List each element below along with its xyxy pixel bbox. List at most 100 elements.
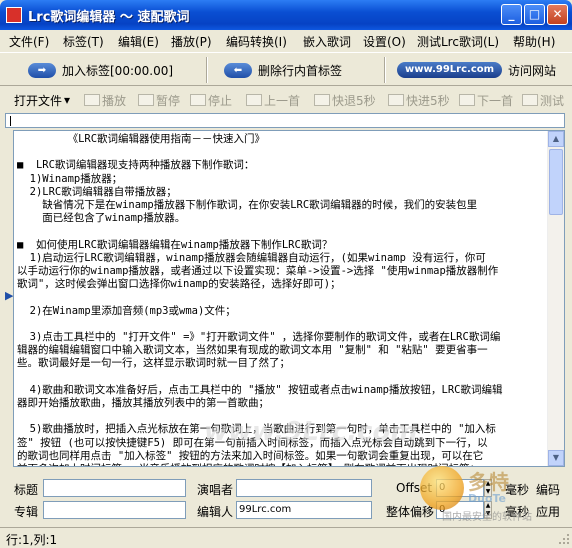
editor-line[interactable] (17, 291, 549, 304)
next-icon (459, 94, 475, 106)
toolbar-separator (384, 57, 386, 83)
menu-embed-lyrics[interactable]: 嵌入歌词 (303, 33, 351, 50)
ruler-cursor (10, 116, 11, 126)
editor-line[interactable]: 辑器的编辑编辑窗口中输入歌词文本，当然如果有现成的歌词文本用 "复制" 和 "粘… (17, 344, 549, 357)
pause-icon (138, 94, 154, 106)
album-label: 专辑 (14, 505, 39, 519)
editor-line[interactable]: ■ 如何使用LRC歌词编辑器编辑在winamp播放器下制作LRC歌词？ (17, 239, 549, 252)
editor-line[interactable]: 3)点击工具栏中的 "打开文件" =》"打开歌词文件" ，选择你要制作的歌词文件… (17, 331, 549, 344)
status-bar: 行:1,列:1 (0, 527, 572, 547)
fast-forward-button[interactable]: 快进5秒 (388, 91, 450, 109)
menu-play[interactable]: 播放(P) (171, 33, 212, 50)
editor-line[interactable]: 器即开始播放歌曲，播放其播放列表中的第一首歌曲； (17, 397, 549, 410)
vertical-scrollbar[interactable]: ▲ ▼ (547, 131, 564, 466)
editor-line[interactable] (17, 371, 549, 384)
fast-forward-icon (388, 94, 404, 106)
fast-forward-label: 快进5秒 (406, 93, 450, 108)
editor-line[interactable] (17, 318, 549, 331)
editor-field[interactable]: 99Lrc.com (236, 501, 372, 519)
rewind-label: 快退5秒 (332, 93, 376, 108)
next-label: 下一首 (477, 93, 514, 108)
editor-line[interactable]: 1)启动运行LRC歌词编辑器，winamp播放器会随编辑器自动运行，(如果win… (17, 252, 549, 265)
menu-file[interactable]: 文件(F) (9, 33, 49, 50)
previous-icon (246, 94, 262, 106)
previous-label: 上一首 (264, 93, 301, 108)
menu-settings[interactable]: 设置(O) (363, 33, 406, 50)
app-icon (6, 7, 22, 23)
pause-button[interactable]: 暂停 (138, 91, 180, 109)
open-file-label: 打开文件 (14, 93, 63, 108)
play-button[interactable]: 播放 (84, 91, 126, 109)
title-field[interactable] (43, 479, 186, 497)
editor-line[interactable] (17, 225, 549, 238)
visit-site-label: 访问网站 (508, 63, 557, 78)
artist-label: 演唱者 (197, 483, 234, 497)
menu-encoding[interactable]: 编码转换(I) (226, 33, 287, 50)
window-title: Lrc歌词编辑器 ～ 速配歌词 (28, 10, 190, 25)
pause-label: 暂停 (156, 93, 181, 108)
editor-label: 编辑人 (197, 505, 234, 519)
editor-line[interactable]: 面已经包含了winamp播放器。 (17, 212, 549, 225)
maximize-button[interactable]: □ (524, 4, 545, 25)
editor-line[interactable]: 2)LRC歌词编辑器自带播放器； (17, 186, 549, 199)
watermark-caption: 国内最安全的软件站 (442, 512, 532, 523)
toolbar-separator (206, 57, 208, 83)
site-badge: www.99Lrc.com (397, 62, 503, 78)
minimize-button[interactable]: _ (501, 4, 522, 25)
cursor-position: 行:1,列:1 (6, 533, 58, 547)
stop-icon (190, 94, 206, 106)
arrow-right-icon: ➡ (28, 62, 56, 78)
watermark-logo-text: 多特 (468, 470, 510, 494)
stop-label: 停止 (208, 93, 233, 108)
test-icon (522, 94, 538, 106)
title-bar[interactable]: Lrc歌词编辑器 ～ 速配歌词 _ □ ✕ (0, 0, 572, 30)
editor-line[interactable]: 《LRC歌词编辑器使用指南－－快速入门》 (17, 133, 549, 146)
remove-tag-button[interactable]: ⬅ 删除行内首标签 (224, 59, 342, 81)
open-file-button[interactable]: 打开文件 ▾ (14, 91, 70, 109)
add-tag-label: 加入标签[00:00.00] (62, 63, 174, 78)
menu-tag[interactable]: 标签(T) (63, 33, 104, 50)
rewind-button[interactable]: 快退5秒 (314, 91, 376, 109)
watermark-sub-text: DuoTe (468, 492, 507, 505)
editor-line[interactable]: 歌词"，这时候会弹出窗口选择你winamp的安装路径，选择好即可)； (17, 278, 549, 291)
test-button[interactable]: 测试 (522, 91, 564, 109)
arrow-left-icon: ⬅ (224, 62, 252, 78)
add-tag-button[interactable]: ➡ 加入标签[00:00.00] (28, 59, 173, 81)
visit-site-button[interactable]: www.99Lrc.com 访问网站 (397, 59, 556, 81)
editor-line[interactable]: 以手动运行你的winamp播放器，或者通过以下设置实现：菜单->设置->选择 "… (17, 265, 549, 278)
scroll-thumb[interactable] (549, 149, 563, 215)
menu-help[interactable]: 帮助(H) (513, 33, 555, 50)
editor-line[interactable]: ■ LRC歌词编辑器现支持两种播放器下制作歌词： (17, 159, 549, 172)
remove-tag-label: 删除行内首标签 (258, 63, 343, 78)
editor-line[interactable]: 1)Winamp播放器； (17, 173, 549, 186)
menu-test-lrc[interactable]: 测试Lrc歌词(L) (417, 33, 499, 50)
menu-edit[interactable]: 编辑(E) (118, 33, 159, 50)
rewind-icon (314, 94, 330, 106)
editor-line[interactable]: 些。歌词最好是一句一行，这样显示歌词时就一目了然了； (17, 357, 549, 370)
main-toolbar: ➡ 加入标签[00:00.00] ⬅ 删除行内首标签 www.99Lrc.com… (0, 52, 572, 86)
watermark-logo-icon (420, 466, 464, 510)
scroll-up-icon[interactable]: ▲ (548, 131, 564, 147)
stop-button[interactable]: 停止 (190, 91, 232, 109)
lyrics-editor[interactable]: 《LRC歌词编辑器使用指南－－快速入门》 ■ LRC歌词编辑器现支持两种播放器下… (13, 130, 565, 467)
center-watermark: www.9Lrc.com (204, 417, 418, 447)
menu-bar: 文件(F) 标签(T) 编辑(E) 播放(P) 编码转换(I) 嵌入歌词 设置(… (0, 30, 572, 50)
editor-line[interactable]: 4)歌曲和歌词文本准备好后，点击工具栏中的 "播放" 按钮或者点击winamp播… (17, 384, 549, 397)
playback-toolbar: 打开文件 ▾ 播放 暂停 停止 上一首 快退5秒 快进5秒 下一首 测试 (0, 86, 572, 112)
duote-watermark: 多特 DuoTe 国内最安全的软件站 (412, 462, 567, 523)
editor-line[interactable]: 2)在Winamp里添加音频(mp3或wma)文件； (17, 305, 549, 318)
test-label: 测试 (540, 93, 565, 108)
resize-grip-icon[interactable] (558, 533, 570, 545)
close-button[interactable]: ✕ (547, 4, 568, 25)
next-button[interactable]: 下一首 (459, 91, 513, 109)
artist-field[interactable] (236, 479, 372, 497)
previous-button[interactable]: 上一首 (246, 91, 300, 109)
title-label: 标题 (14, 483, 39, 497)
dropdown-arrow-icon: ▾ (64, 93, 71, 107)
album-field[interactable] (43, 501, 186, 519)
timeline-ruler[interactable] (5, 113, 565, 128)
play-icon (84, 94, 100, 106)
editor-line[interactable]: 缺省情况下是在winamp播放器下制作歌词，在你安装LRC歌词编辑器的时候，我们… (17, 199, 549, 212)
play-label: 播放 (102, 93, 127, 108)
editor-line[interactable] (17, 146, 549, 159)
